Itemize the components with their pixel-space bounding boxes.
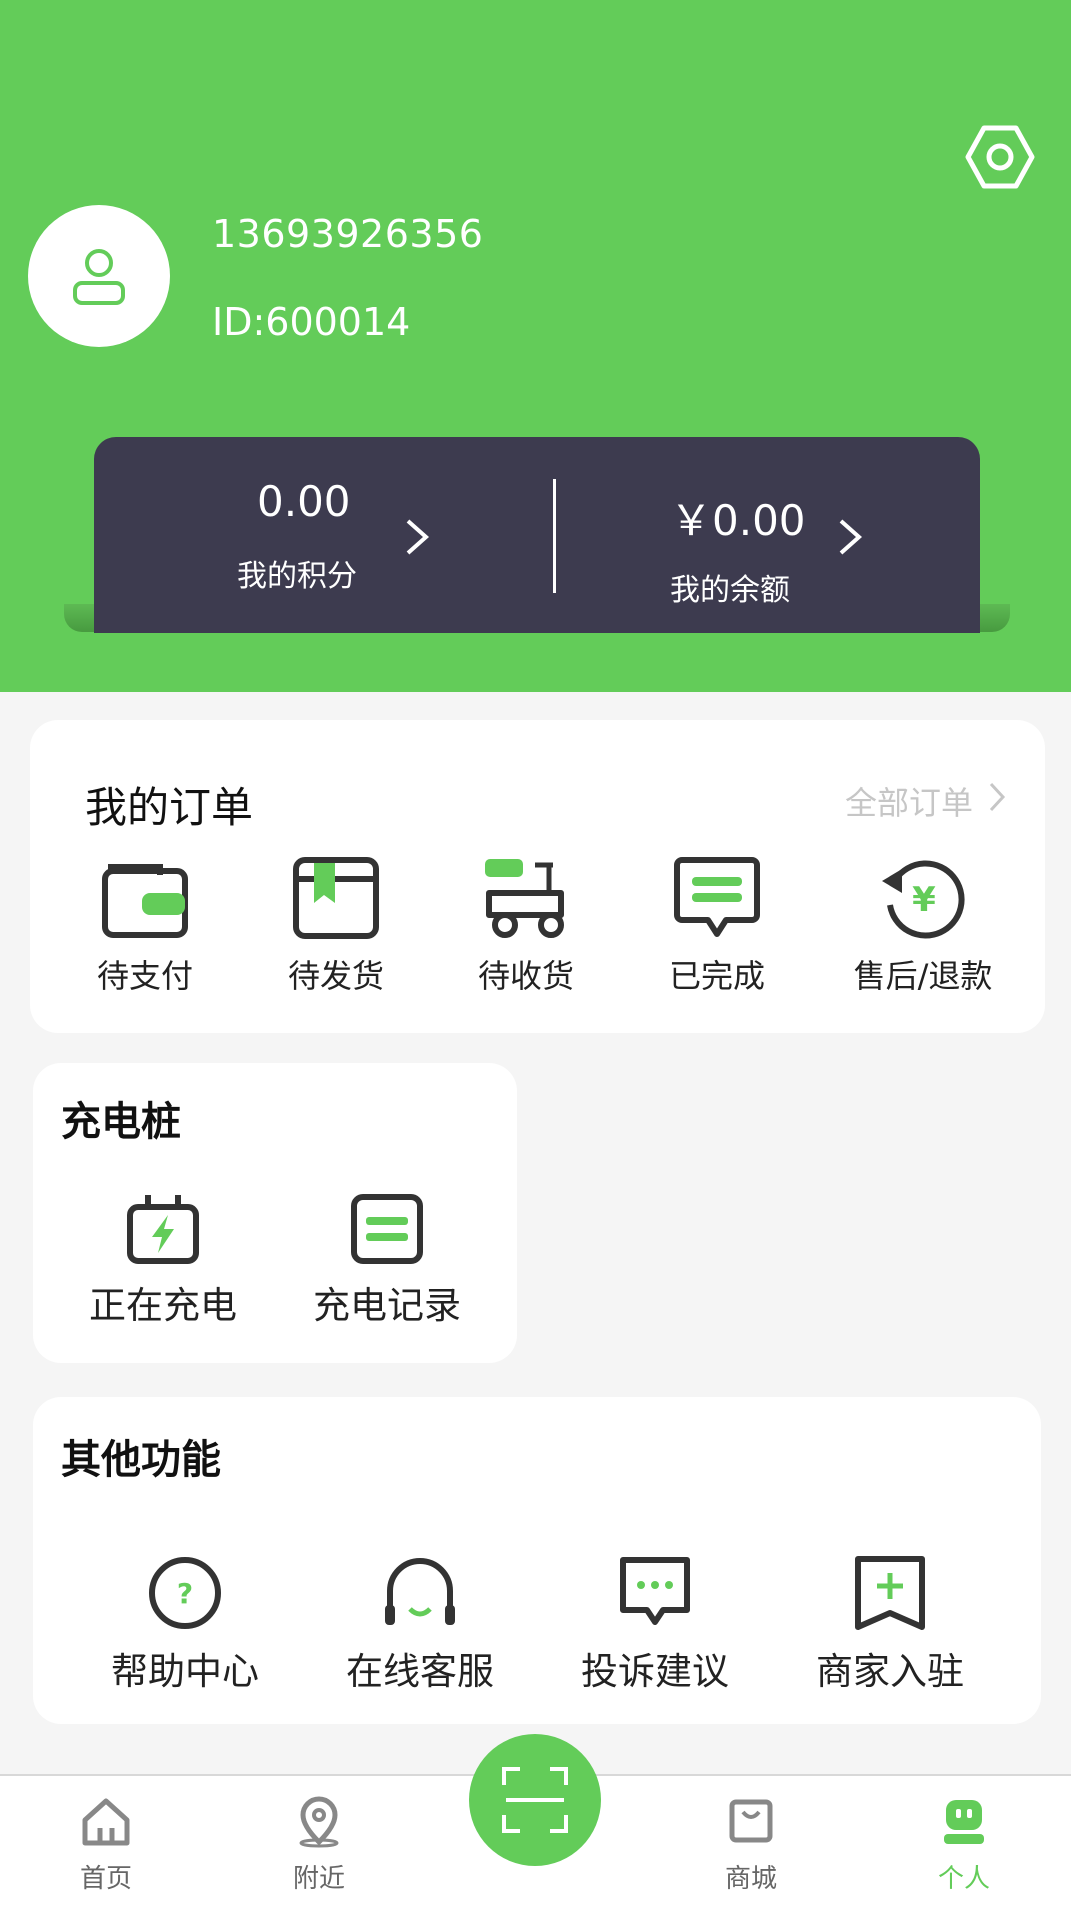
svg-text:¥: ¥ [912, 880, 936, 920]
order-pending-receive[interactable]: 待收货 [431, 855, 621, 997]
nav-mall[interactable]: 商城 [691, 1796, 811, 1895]
charge-record-icon [351, 1194, 423, 1264]
package-icon [293, 857, 379, 939]
charging-plug-icon [127, 1195, 199, 1264]
all-orders-link[interactable]: 全部订单 [845, 778, 973, 824]
other-tile-label: 投诉建议 [581, 1650, 729, 1693]
nav-profile[interactable]: 个人 [904, 1796, 1024, 1895]
balance-label: 我的余额 [670, 573, 790, 608]
nav-label: 首页 [79, 1864, 132, 1894]
settings-icon[interactable] [965, 122, 1035, 192]
order-completed[interactable]: 已完成 [622, 855, 812, 997]
charging-tile-label: 正在充电 [89, 1284, 237, 1327]
chat-bubble-icon [620, 1557, 690, 1625]
merchant-join[interactable]: 商家入驻 [790, 1555, 990, 1695]
balance-value: ￥0.00 [670, 496, 806, 545]
delivery-scooter-icon [485, 859, 564, 938]
help-icon: ? [149, 1557, 221, 1629]
order-refund[interactable]: ¥ 售后/退款 [823, 855, 1023, 997]
order-tile-label: 售后/退款 [853, 957, 993, 995]
refund-yen-icon: ¥ [882, 860, 965, 939]
profile-robot-icon [944, 1800, 984, 1844]
location-pin-icon [299, 1796, 339, 1848]
other-tile-label: 帮助中心 [111, 1650, 259, 1693]
user-icon [73, 249, 125, 305]
profile-header: 13693926356 ID:600014 0.00 我的积分 ￥0.00 我的… [0, 0, 1071, 692]
points-label: 我的积分 [237, 559, 357, 594]
other-tile-label: 在线客服 [346, 1650, 494, 1693]
home-icon [82, 1798, 130, 1846]
chevron-right-icon [839, 519, 863, 555]
wallet-icon [102, 864, 188, 938]
user-id: ID:600014 [212, 300, 411, 344]
charge-record[interactable]: 充电记录 [287, 1193, 487, 1329]
other-tile-label: 商家入驻 [816, 1650, 964, 1693]
nav-label: 商城 [724, 1864, 777, 1894]
wallet-card: 0.00 我的积分 ￥0.00 我的余额 [94, 437, 980, 633]
svg-text:?: ? [177, 1577, 193, 1610]
nav-label: 附近 [292, 1864, 345, 1894]
headset-icon [385, 1558, 455, 1625]
chevron-right-icon[interactable] [987, 780, 1007, 814]
avatar[interactable] [28, 205, 170, 347]
charging-panel: 充电桩 正在充电 充电记录 [33, 1063, 517, 1363]
nav-nearby[interactable]: 附近 [259, 1796, 379, 1895]
points-value: 0.00 [257, 477, 351, 526]
other-panel: 其他功能 ? 帮助中心 在线客服 投诉建议 商家入驻 [33, 1397, 1041, 1724]
balance-block[interactable]: ￥0.00 我的余额 [537, 437, 980, 633]
charging-now[interactable]: 正在充电 [63, 1193, 263, 1329]
merchant-add-icon [855, 1556, 925, 1630]
message-done-icon [674, 857, 760, 937]
charging-tile-label: 充电记录 [313, 1284, 461, 1327]
orders-title: 我的订单 [85, 783, 254, 832]
scan-button[interactable] [469, 1734, 601, 1866]
nav-home[interactable]: 首页 [46, 1796, 166, 1895]
points-block[interactable]: 0.00 我的积分 [94, 437, 537, 633]
online-service[interactable]: 在线客服 [320, 1555, 520, 1695]
order-tile-label: 待收货 [477, 957, 574, 995]
order-tile-label: 已完成 [668, 957, 765, 995]
shop-bag-icon [729, 1799, 773, 1843]
chevron-right-icon [406, 519, 430, 555]
complaint-suggest[interactable]: 投诉建议 [555, 1555, 755, 1695]
other-title: 其他功能 [61, 1437, 221, 1483]
scan-icon [502, 1767, 568, 1833]
order-tile-label: 待发货 [287, 957, 384, 995]
nav-label: 个人 [937, 1864, 990, 1894]
order-pending-ship[interactable]: 待发货 [241, 855, 431, 997]
charging-title: 充电桩 [61, 1099, 181, 1145]
user-phone: 13693926356 [212, 212, 484, 256]
help-center[interactable]: ? 帮助中心 [85, 1555, 285, 1695]
order-tile-label: 待支付 [96, 957, 193, 995]
orders-panel: 我的订单 全部订单 待支付 待发货 待收货 已完成 ¥ 售后/退款 [30, 720, 1045, 1033]
order-pending-pay[interactable]: 待支付 [50, 855, 240, 997]
